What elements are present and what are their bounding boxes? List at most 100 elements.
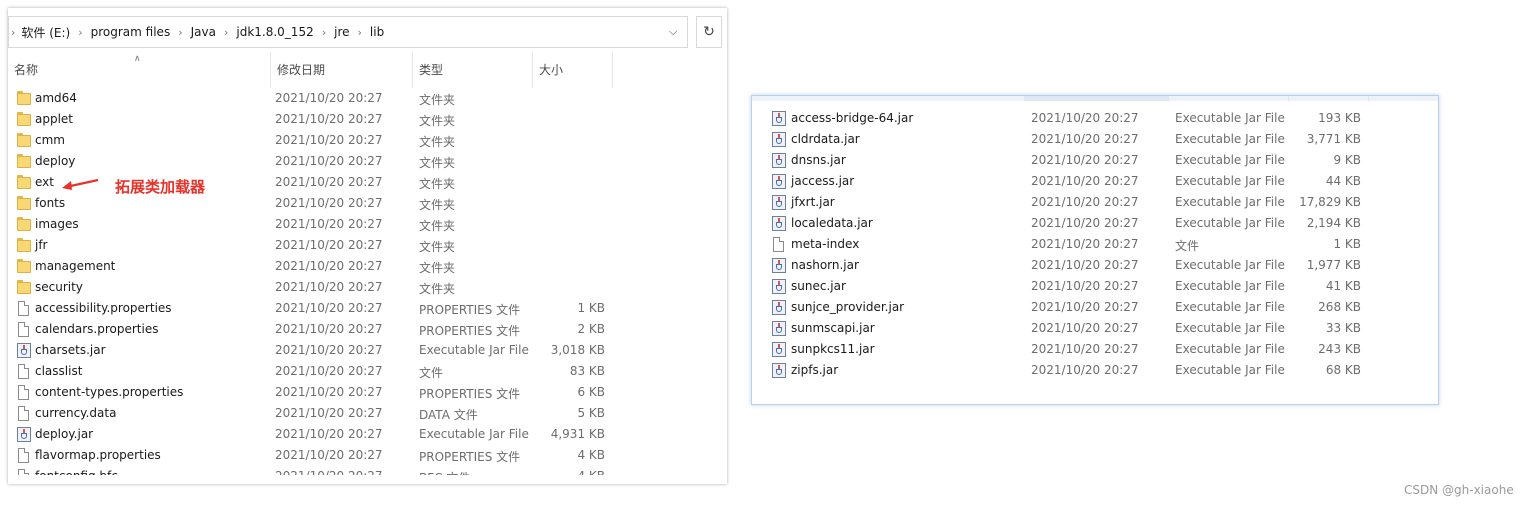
column-header-type[interactable]: 类型 [413,52,533,88]
column-header-name[interactable]: 名称 [8,52,271,88]
file-type: PROPERTIES 文件 [419,303,521,317]
file-name[interactable]: jfr [35,238,48,252]
list-item[interactable]: deploy 2021/10/20 20:27 文件夹 [8,151,727,172]
file-name[interactable]: accessibility.properties [35,301,172,315]
refresh-button[interactable]: ↻ [696,16,722,48]
file-type: Executable Jar File [1175,321,1285,335]
file-name[interactable]: content-types.properties [35,385,183,399]
list-item[interactable]: sunjce_provider.jar 2021/10/20 20:27 Execu… [752,297,1438,318]
file-name[interactable]: nashorn.jar [791,258,859,272]
file-name[interactable]: charsets.jar [35,343,106,357]
chevron-down-icon[interactable]: ⌵ [659,25,687,39]
list-item[interactable]: flavormap.properties 2021/10/20 20:27 PROP… [8,445,727,466]
file-modified-date: 2021/10/20 20:27 [275,154,383,168]
list-item[interactable]: sunpkcs11.jar 2021/10/20 20:27 Executable … [752,339,1438,360]
list-item[interactable]: charsets.jar 2021/10/20 20:27 Executable J… [8,340,727,361]
file-name[interactable]: sunpkcs11.jar [791,342,875,356]
breadcrumb-chevron-icon[interactable]: › [322,26,326,39]
list-item[interactable]: sunec.jar 2021/10/20 20:27 Executable Jar … [752,276,1438,297]
list-item[interactable]: applet 2021/10/20 20:27 文件夹 [8,109,727,130]
file-name[interactable]: cldrdata.jar [791,132,860,146]
file-name[interactable]: fonts [35,196,65,210]
file-name[interactable]: calendars.properties [35,322,158,336]
file-modified-date: 2021/10/20 20:27 [1031,258,1139,272]
file-name[interactable]: applet [35,112,73,126]
file-name[interactable]: deploy.jar [35,427,93,441]
list-item[interactable]: currency.data 2021/10/20 20:27 DATA 文件 5 KB [8,403,727,424]
address-bar[interactable]: › 软件 (E:) › program files › Java › jdk1.… [8,16,688,48]
list-item[interactable]: fontconfig.bfc 2021/10/20 20:27 BFC 文件 4 KB [8,466,727,475]
list-item[interactable]: nashorn.jar 2021/10/20 20:27 Executable Ja… [752,255,1438,276]
list-item[interactable]: jfr 2021/10/20 20:27 文件夹 [8,235,727,256]
file-name[interactable]: dnsns.jar [791,153,846,167]
list-item[interactable]: images 2021/10/20 20:27 文件夹 [8,214,727,235]
file-type: Executable Jar File [1175,216,1285,230]
breadcrumb-item[interactable]: Java [191,25,216,39]
list-item[interactable]: accessibility.properties 2021/10/20 20:27… [8,298,727,319]
file-name[interactable]: cmm [35,133,65,147]
file-name[interactable]: sunmscapi.jar [791,321,875,335]
breadcrumb-item[interactable]: program files [91,25,171,39]
list-item[interactable]: localedata.jar 2021/10/20 20:27 Executable… [752,213,1438,234]
breadcrumb-chevron-icon[interactable]: › [78,26,82,39]
file-name[interactable]: management [35,259,115,273]
file-modified-date: 2021/10/20 20:27 [275,427,383,441]
list-item[interactable]: content-types.properties 2021/10/20 20:27… [8,382,727,403]
file-name[interactable]: sunjce_provider.jar [791,300,904,314]
file-name[interactable]: classlist [35,364,82,378]
file-modified-date: 2021/10/20 20:27 [1031,342,1139,356]
list-item[interactable]: cmm 2021/10/20 20:27 文件夹 [8,130,727,151]
file-name[interactable]: fontconfig.bfc [35,469,118,475]
file-name[interactable]: sunec.jar [791,279,846,293]
file-name[interactable]: zipfs.jar [791,363,838,377]
breadcrumb-item[interactable]: 软件 (E:) [21,24,70,41]
refresh-icon: ↻ [703,24,715,40]
file-name[interactable]: access-bridge-64.jar [791,111,913,125]
file-modified-date: 2021/10/20 20:27 [275,448,383,462]
file-name[interactable]: currency.data [35,406,116,420]
file-icon [18,301,29,316]
breadcrumb-chevron-icon[interactable]: › [178,26,182,39]
file-modified-date: 2021/10/20 20:27 [275,364,383,378]
list-item[interactable]: management 2021/10/20 20:27 文件夹 [8,256,727,277]
list-item[interactable]: calendars.properties 2021/10/20 20:27 PROP… [8,319,727,340]
file-name[interactable]: amd64 [35,91,77,105]
breadcrumb-chevron-icon[interactable]: › [11,26,15,39]
folder-icon [17,133,31,148]
file-name[interactable]: images [35,217,79,231]
file-modified-date: 2021/10/20 20:27 [275,259,383,273]
breadcrumb-item[interactable]: lib [370,25,384,39]
list-item[interactable]: deploy.jar 2021/10/20 20:27 Executable Jar… [8,424,727,445]
file-name[interactable]: deploy [35,154,75,168]
list-item[interactable]: jfxrt.jar 2021/10/20 20:27 Executable Jar … [752,192,1438,213]
list-item[interactable]: security 2021/10/20 20:27 文件夹 [8,277,727,298]
list-item[interactable]: sunmscapi.jar 2021/10/20 20:27 Executable … [752,318,1438,339]
breadcrumb-item[interactable]: jre [334,25,349,39]
file-type: 文件夹 [419,135,456,149]
file-name[interactable]: jfxrt.jar [791,195,835,209]
breadcrumb-chevron-icon[interactable]: › [224,26,228,39]
folder-icon [17,217,31,232]
file-name[interactable]: jaccess.jar [791,174,854,188]
file-modified-date: 2021/10/20 20:27 [275,91,383,105]
list-item[interactable]: amd64 2021/10/20 20:27 文件夹 [8,88,727,109]
breadcrumb-chevron-icon[interactable]: › [358,26,362,39]
file-name[interactable]: security [35,280,83,294]
file-modified-date: 2021/10/20 20:27 [275,469,383,475]
column-header-size[interactable]: 大小 [533,52,613,88]
list-item[interactable]: jaccess.jar 2021/10/20 20:27 Executable Ja… [752,171,1438,192]
list-item[interactable]: classlist 2021/10/20 20:27 文件 83 KB [8,361,727,382]
file-name[interactable]: flavormap.properties [35,448,161,462]
column-header-divider [1024,96,1169,101]
file-name[interactable]: localedata.jar [791,216,873,230]
column-header-modified[interactable]: 修改日期 [271,52,413,88]
list-item[interactable]: meta-index 2021/10/20 20:27 文件 1 KB [752,234,1438,255]
breadcrumb-item[interactable]: jdk1.8.0_152 [236,25,313,39]
file-name[interactable]: ext [35,175,54,189]
file-list: amd64 2021/10/20 20:27 文件夹 applet 2021/10/20… [8,88,727,475]
list-item[interactable]: dnsns.jar 2021/10/20 20:27 Executable Jar … [752,150,1438,171]
list-item[interactable]: cldrdata.jar 2021/10/20 20:27 Executable J… [752,129,1438,150]
list-item[interactable]: zipfs.jar 2021/10/20 20:27 Executable Jar … [752,360,1438,381]
list-item[interactable]: access-bridge-64.jar 2021/10/20 20:27 Exec… [752,108,1438,129]
file-name[interactable]: meta-index [791,237,859,251]
